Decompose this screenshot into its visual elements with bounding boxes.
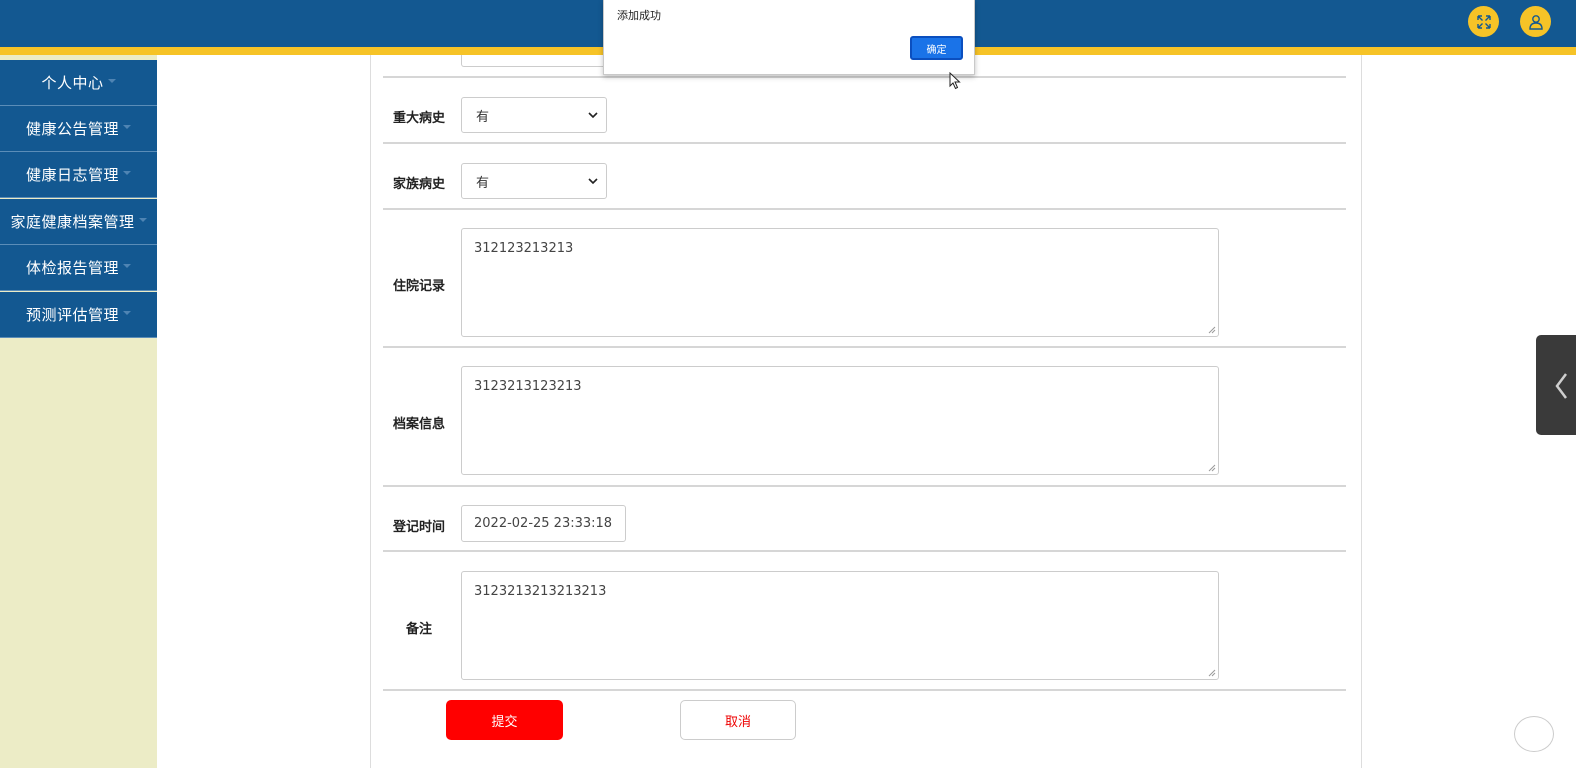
major-history-label: 重大病史: [392, 111, 445, 126]
sidebar-item-label: 健康日志管理: [25, 166, 119, 184]
fullscreen-button[interactable]: [1468, 6, 1499, 37]
chevron-down-icon: [588, 178, 598, 185]
hospital-record-label: 住院记录: [392, 279, 445, 294]
caret-down-icon: [123, 263, 131, 268]
textarea-value: 3123213123213: [474, 379, 582, 394]
chevron-left-icon: [1555, 373, 1567, 399]
resize-grip-icon[interactable]: [1208, 464, 1216, 472]
divider: [383, 689, 1346, 691]
hospital-record-textarea[interactable]: 312123213213: [461, 228, 1219, 337]
alert-ok-button[interactable]: 确定: [910, 36, 963, 60]
floating-action-button[interactable]: [1514, 716, 1554, 752]
divider: [383, 142, 1346, 144]
sidebar: 个人中心 健康公告管理 健康日志管理 家庭健康档案管理 体检报告管理 预测评估管…: [0, 55, 157, 768]
user-button[interactable]: [1520, 6, 1551, 37]
divider: [383, 76, 1346, 78]
input-value: 2022-02-25 23:33:18: [474, 516, 613, 531]
caret-down-icon: [123, 310, 131, 315]
textarea-value: 312123213213: [474, 241, 574, 256]
alert-dialog: 添加成功 确定: [603, 0, 975, 75]
sidebar-item-prediction[interactable]: 预测评估管理: [0, 292, 157, 338]
alert-message: 添加成功: [617, 9, 661, 22]
sidebar-item-label: 个人中心: [41, 74, 104, 92]
resize-grip-icon[interactable]: [1208, 669, 1216, 677]
remark-label: 备注: [405, 622, 432, 637]
family-history-select[interactable]: 有: [461, 163, 607, 199]
chevron-down-icon: [588, 112, 598, 119]
sidebar-item-health-log[interactable]: 健康日志管理: [0, 152, 157, 198]
remark-textarea[interactable]: 3123213213213213: [461, 571, 1219, 680]
sidebar-item-label: 预测评估管理: [25, 306, 119, 324]
mouse-cursor-icon: [949, 72, 961, 90]
expand-icon: [1476, 14, 1491, 29]
caret-down-icon: [138, 217, 147, 222]
sidebar-item-checkup-report[interactable]: 体检报告管理: [0, 245, 157, 291]
submit-button[interactable]: 提交: [446, 700, 563, 740]
register-time-label: 登记时间: [392, 520, 445, 535]
sidebar-item-personal-center[interactable]: 个人中心: [0, 60, 157, 106]
archive-info-textarea[interactable]: 3123213123213: [461, 366, 1219, 475]
side-panel-toggle[interactable]: [1536, 335, 1576, 435]
hidden-field[interactable]: [461, 55, 607, 67]
resize-grip-icon[interactable]: [1208, 326, 1216, 334]
divider: [383, 485, 1346, 487]
divider: [383, 208, 1346, 210]
sidebar-item-label: 体检报告管理: [25, 259, 119, 277]
major-history-select[interactable]: 有: [461, 97, 607, 133]
textarea-value: 3123213213213213: [474, 584, 607, 599]
register-time-input[interactable]: 2022-02-25 23:33:18: [461, 505, 626, 542]
archive-info-label: 档案信息: [392, 417, 445, 432]
select-value: 有: [476, 109, 490, 125]
caret-down-icon: [107, 78, 116, 83]
sidebar-item-label: 健康公告管理: [25, 120, 119, 138]
sidebar-item-family-archive[interactable]: 家庭健康档案管理: [0, 199, 157, 245]
user-icon: [1528, 14, 1543, 30]
caret-down-icon: [123, 124, 131, 129]
family-history-label: 家族病史: [392, 177, 445, 192]
sidebar-item-label: 家庭健康档案管理: [10, 213, 135, 231]
divider: [383, 346, 1346, 348]
divider: [383, 550, 1346, 552]
caret-down-icon: [123, 170, 131, 175]
select-value: 有: [476, 175, 490, 191]
sidebar-item-health-notice[interactable]: 健康公告管理: [0, 106, 157, 152]
cancel-button[interactable]: 取消: [680, 700, 796, 740]
